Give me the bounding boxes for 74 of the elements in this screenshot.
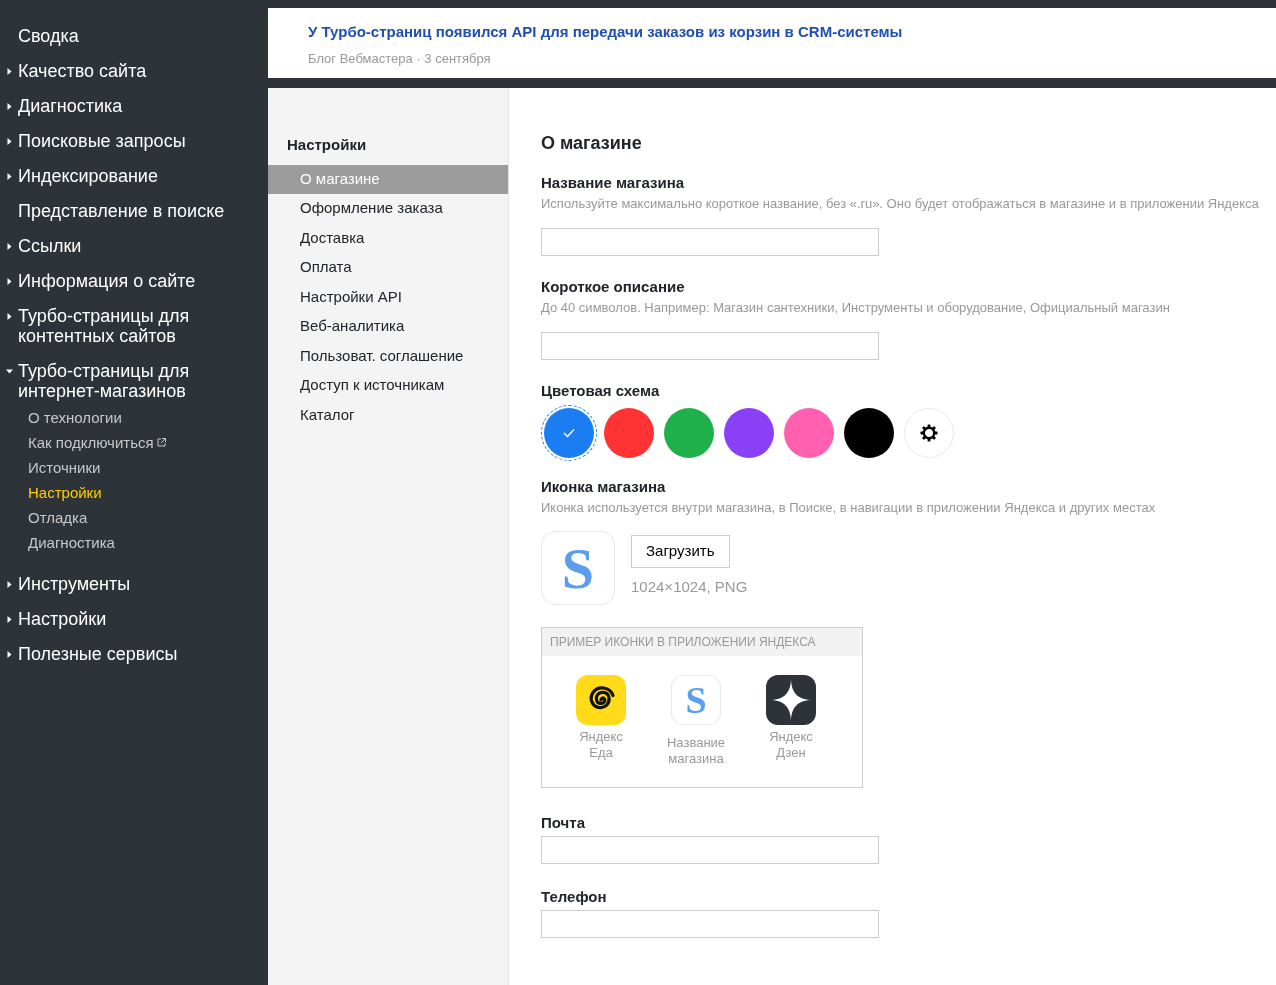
field-label: Иконка магазина [541,478,667,496]
sidebar-item[interactable]: Настройки [18,609,107,629]
sidebar-item[interactable]: Инструменты [18,574,131,594]
announcement-link[interactable]: У Турбо-страниц появился API для передачи заказов из корзин в CRM-системы [308,21,1239,44]
sidebar-item[interactable]: Представление в поиске [18,201,225,221]
check-icon [563,428,575,438]
settings-nav-item[interactable]: Настройки API [268,282,508,312]
caret-right-icon[interactable] [6,312,13,320]
upload-button[interactable]: Загрузить [631,535,730,568]
settings-nav-title: Настройки [286,135,368,155]
field-label: Короткое описание [541,278,686,296]
sparkle-app-icon [766,675,816,725]
shop-icon-preview: S [671,675,721,725]
sidebar-subitem[interactable]: Настройки [28,484,102,501]
settings-nav-item[interactable]: Пользоват. соглашение [268,341,508,371]
field-hint: Используйте максимально короткое название, без «.ru». Оно будет отображаться в магазине и в приложении Яндекса [541,196,1259,212]
settings-icon [920,424,938,442]
sidebar-item[interactable]: Сводка [18,26,79,46]
field-hint: Иконка используется внутри магазина, в Поиске, в навигации в приложении Яндекса и других местах [541,500,1157,516]
app-label: Яндекс Еда [578,729,624,761]
sidebar-item[interactable]: Турбо-страницы для контентных сайтов [18,306,258,346]
field-label: Телефон [541,888,608,906]
sidebar-item[interactable]: Качество сайта [18,61,147,81]
color-swatch[interactable] [844,408,894,458]
section-title: О магазине [541,132,643,154]
size-note: 1024×1024, PNG [631,576,748,597]
caret-right-icon[interactable] [6,102,13,110]
caret-right-icon[interactable] [6,277,13,285]
field-label: Название магазина [541,174,686,192]
input-field[interactable] [541,836,879,864]
color-swatch[interactable] [724,408,774,458]
caret-right-icon[interactable] [6,67,13,75]
settings-nav-item[interactable]: Каталог [268,400,508,430]
settings-nav-item[interactable]: Оформление заказа [268,194,508,224]
settings-nav-item[interactable]: Доступ к источникам [268,371,508,401]
sidebar-item[interactable]: Поисковые запросы [18,131,186,151]
sidebar-item[interactable]: Информация о сайте [18,271,196,291]
sidebar-item[interactable]: Турбо-страницы для интернет-магазинов [18,361,258,401]
caret-right-icon[interactable] [6,172,13,180]
sidebar-item[interactable]: Индексирование [18,166,158,186]
app-label: Яндекс Дзен [768,729,814,761]
settings-nav-item[interactable]: Доставка [268,223,508,253]
color-swatch[interactable] [664,408,714,458]
caret-right-icon[interactable] [6,242,13,250]
settings-nav-item[interactable]: Веб-аналитика [268,312,508,342]
field-label: Почта [541,814,586,832]
color-swatch[interactable] [544,408,594,458]
app-label: Название магазина [665,735,727,767]
preview-title: ПРИМЕР ИКОНКИ В ПРИЛОЖЕНИИ ЯНДЕКСА [542,628,862,656]
sidebar-item[interactable]: Полезные сервисы [18,644,178,664]
color-swatch[interactable] [604,408,654,458]
sidebar-item[interactable]: Ссылки [18,236,82,256]
caret-right-icon[interactable] [6,650,13,658]
caret-right-icon[interactable] [6,137,13,145]
settings-nav-item[interactable]: Оплата [268,253,508,283]
field-label: Цветовая схема [541,382,661,400]
shop-icon-preview: S [541,531,615,605]
caret-right-icon[interactable] [6,615,13,623]
spiral-app-icon [576,675,626,725]
announcement-meta: Блог Вебмастера · 3 сентября [308,49,492,68]
caret-down-icon[interactable] [6,367,13,375]
custom-color-button[interactable] [904,408,954,458]
input-field[interactable] [541,910,879,938]
color-swatch[interactable] [784,408,834,458]
sidebar-item[interactable]: Диагностика [18,96,123,116]
field-hint: До 40 символов. Например: Магазин сантехники, Инструменты и оборудование, Официальный магазин [541,300,1171,316]
sidebar-subitem[interactable]: О технологии [28,409,122,426]
caret-right-icon[interactable] [6,580,13,588]
sidebar-subitem[interactable]: Отладка [28,509,88,526]
input-field[interactable] [541,332,879,360]
sidebar-subitem[interactable]: Диагностика [28,534,115,551]
sidebar-subitem[interactable]: Источники [28,459,101,476]
input-field[interactable] [541,228,879,256]
sidebar-subitem[interactable]: Как подключиться [28,434,154,451]
